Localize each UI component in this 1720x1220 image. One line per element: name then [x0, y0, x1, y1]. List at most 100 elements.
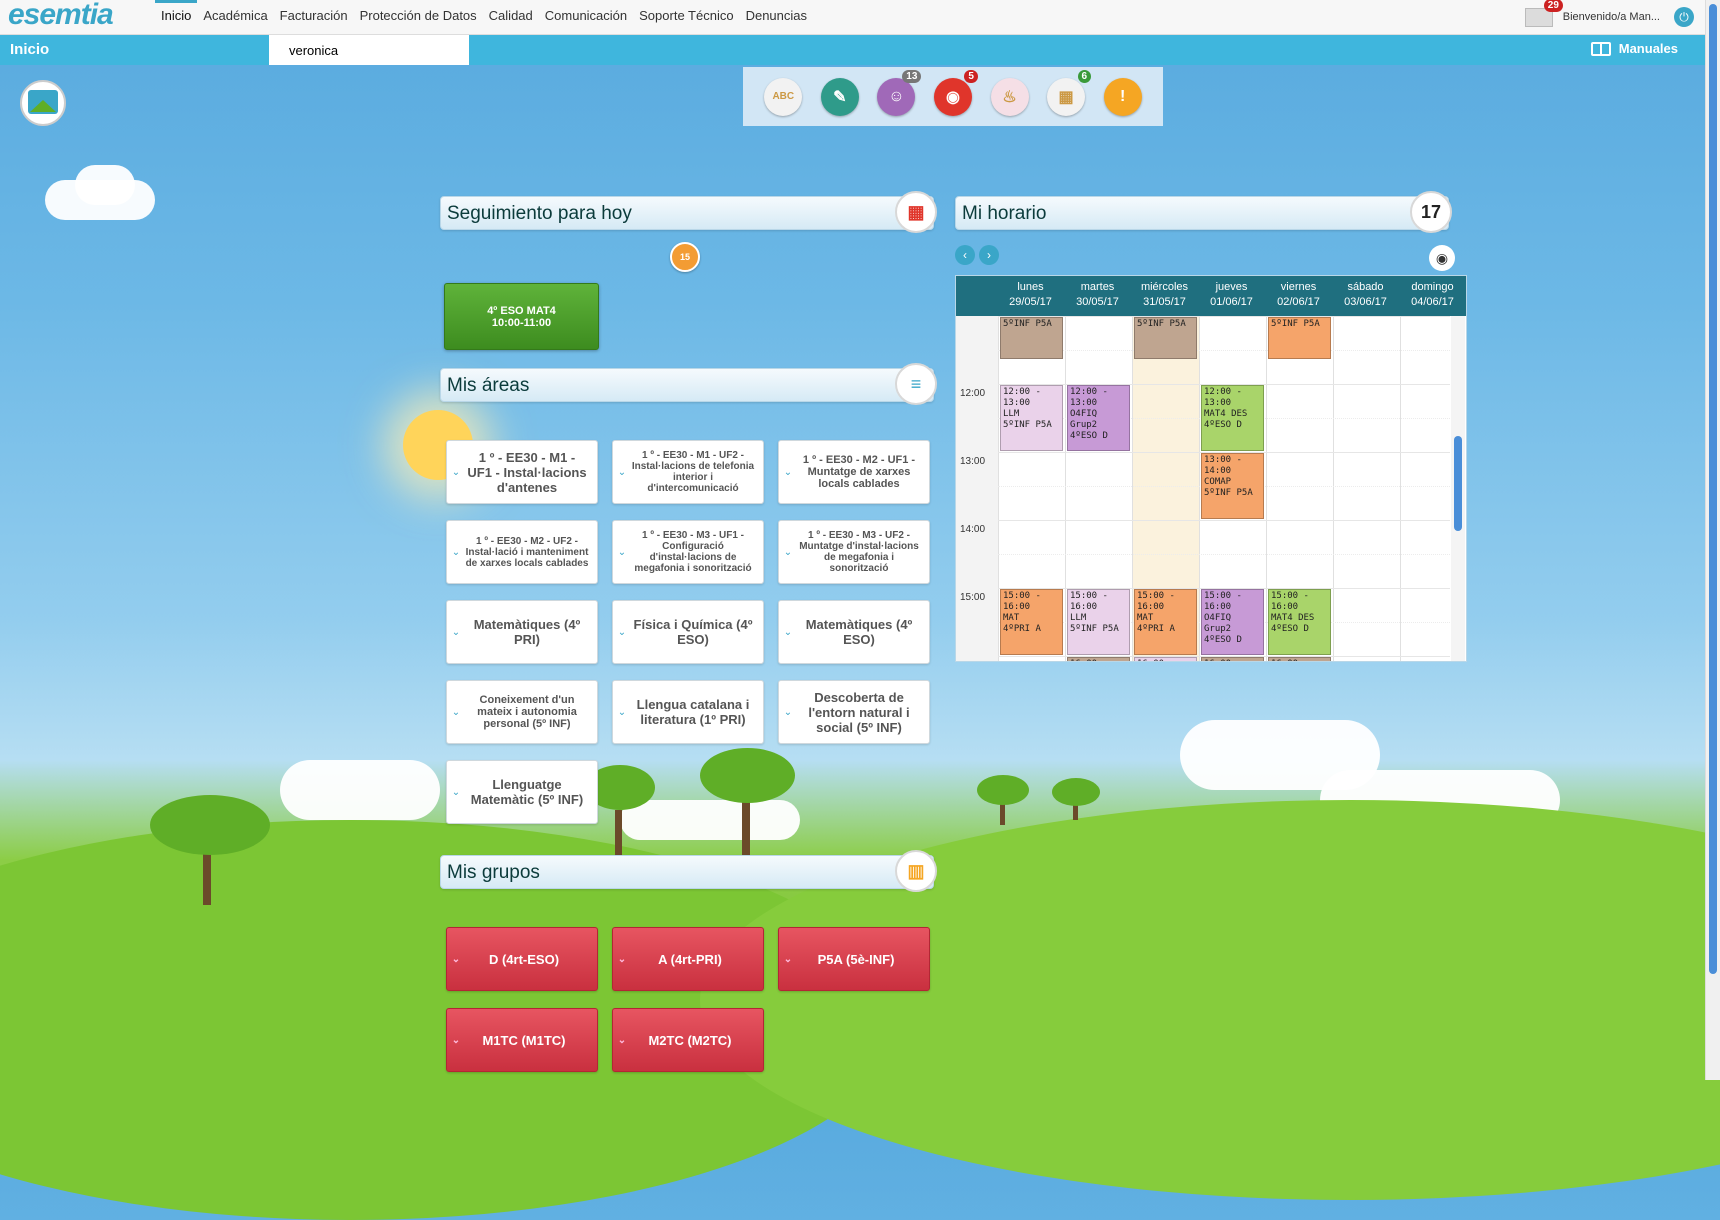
- group-card[interactable]: ⌄ M1TC (M1TC): [446, 1008, 598, 1072]
- area-card[interactable]: ⌄ 1 º - EE30 - M1 - UF1 - Instal·lacions …: [446, 440, 598, 504]
- event-line: 4ºESO D: [1271, 624, 1309, 634]
- alert-icon[interactable]: !: [1103, 77, 1142, 116]
- alert-icon-glyph: !: [1119, 87, 1126, 105]
- eye-icon[interactable]: ◉: [1429, 245, 1455, 271]
- prev-week-button[interactable]: ‹: [955, 245, 975, 265]
- group-card[interactable]: ⌄ D (4rt-ESO): [446, 927, 598, 991]
- event-line: Grup2: [1070, 420, 1098, 430]
- search-input[interactable]: [269, 35, 469, 65]
- calendar-day-number: 17: [1420, 201, 1442, 222]
- area-card[interactable]: ⌄ Llengua catalana i literatura (1º PRI): [612, 680, 764, 744]
- folders-icon[interactable]: ▥: [895, 850, 937, 892]
- user-area: 29 Bienvenido/a Man... ⏻: [1524, 0, 1694, 34]
- calendar-day-icon[interactable]: 17: [1410, 191, 1452, 233]
- area-card[interactable]: ⌄ Descoberta de l'entorn natural i social…: [778, 680, 930, 744]
- schedule-event[interactable]: 12:00 - 13:00 O4FIQ Grup2 4ºESO D: [1067, 385, 1130, 451]
- schedule-event[interactable]: 16:00 - 17:00LLM5ºINF P5A: [1134, 657, 1197, 661]
- day-name: viernes: [1280, 281, 1317, 293]
- area-card[interactable]: ⌄ 1 º - EE30 - M3 - UF1 - Configuració d'…: [612, 520, 764, 584]
- scrollbar-thumb[interactable]: [1709, 4, 1717, 974]
- chevron-down-icon: ⌄: [617, 953, 627, 965]
- day-date: 30/05/17: [1076, 296, 1119, 308]
- calendar-icon[interactable]: ▦ 6: [1047, 69, 1092, 116]
- area-card[interactable]: ⌄ 1 º - EE30 - M2 - UF1 - Muntatge de xar…: [778, 440, 930, 504]
- clock-alarm-icon[interactable]: ◉ 5: [933, 69, 978, 116]
- schedule-event[interactable]: 16:00 - 17:00DENS5ºINF P5A: [1201, 657, 1264, 661]
- books-icon[interactable]: ≡: [895, 363, 937, 405]
- menu-item-7[interactable]: Denuncias: [740, 0, 813, 34]
- menu-item-5[interactable]: Comunicación: [539, 0, 633, 34]
- chevron-down-icon: ⌄: [451, 706, 461, 718]
- calendar-edit-icon[interactable]: ▦: [895, 191, 937, 233]
- chevron-down-icon: ⌄: [783, 706, 793, 718]
- manuals-link[interactable]: Manuales: [1590, 41, 1678, 56]
- date-badge[interactable]: 15: [670, 242, 700, 272]
- mail-count-badge: 29: [1543, 0, 1563, 12]
- menu-item-2[interactable]: Facturación: [274, 0, 354, 34]
- area-card[interactable]: ⌄ Física i Química (4º ESO): [612, 600, 764, 664]
- event-line: 4ºESO D: [1070, 431, 1108, 441]
- group-card[interactable]: ⌄ P5A (5è-INF): [778, 927, 930, 991]
- event-line: 13:00 - 14:00: [1204, 455, 1242, 476]
- schedule-event[interactable]: 12:00 - 13:00 LLM 5ºINF P5A: [1000, 385, 1063, 451]
- page-scrollbar[interactable]: [1705, 0, 1720, 1080]
- day-date: 03/06/17: [1344, 296, 1387, 308]
- day-date: 04/06/17: [1411, 296, 1454, 308]
- schedule-header: lunes 29/05/17 martes 30/05/17 miércoles 31/0…: [956, 276, 1466, 316]
- schedule-event[interactable]: 15:00 - 16:00 MAT 4ºPRI A: [1000, 589, 1063, 655]
- area-label: 1 º - EE30 - M3 - UF1 - Configuració d'i…: [634, 530, 752, 574]
- grid-line: [998, 520, 1450, 521]
- area-card[interactable]: ⌄ Coneixement d'un mateix i autonomia per…: [446, 680, 598, 744]
- area-card[interactable]: ⌄ Matemàtiques (4º PRI): [446, 600, 598, 664]
- power-icon[interactable]: ⏻: [1674, 7, 1694, 27]
- horario-title: Mi horario: [962, 203, 1047, 224]
- welcome-text[interactable]: Bienvenido/a Man...: [1563, 11, 1660, 23]
- day-column[interactable]: [1333, 316, 1400, 661]
- menu-item-0[interactable]: Inicio: [155, 0, 198, 34]
- area-card[interactable]: ⌄ Matemàtiques (4º ESO): [778, 600, 930, 664]
- schedule-event[interactable]: 16:00 - 17:00DENS5ºINF P5A: [1067, 657, 1130, 661]
- schedule-event[interactable]: 16:00 - 17:00DENS5ºINF P5A: [1268, 657, 1331, 661]
- schedule-event[interactable]: 15:00 - 16:00 MAT 4ºPRI A: [1134, 589, 1197, 655]
- event-line: 12:00 - 13:00: [1204, 387, 1242, 408]
- schedule-event[interactable]: 15:00 - 16:00 O4FIQ Grup2 4ºESO D: [1201, 589, 1264, 655]
- day-date: 29/05/17: [1009, 296, 1052, 308]
- day-name: domingo: [1411, 281, 1454, 293]
- area-card[interactable]: ⌄ Llenguatge Matemàtic (5º INF): [446, 760, 598, 824]
- smiley-icon[interactable]: ☺ 13: [877, 69, 922, 116]
- area-card[interactable]: ⌄ 1 º - EE30 - M2 - UF2 - Instal·lació i …: [446, 520, 598, 584]
- group-card[interactable]: ⌄ A (4rt-PRI): [612, 927, 764, 991]
- schedule-event[interactable]: 5ºINF P5A: [1268, 317, 1331, 360]
- schedule-event[interactable]: 5ºINF P5A: [1134, 317, 1197, 360]
- chevron-down-icon: ⌄: [783, 626, 793, 638]
- area-card[interactable]: ⌄ 1 º - EE30 - M3 - UF2 - Muntatge d'inst…: [778, 520, 930, 584]
- next-week-button[interactable]: ›: [979, 245, 999, 265]
- schedule-event[interactable]: 15:00 - 16:00 MAT4 DES 4ºESO D: [1268, 589, 1331, 655]
- cake-icon[interactable]: ♨: [990, 77, 1029, 116]
- event-line: 16:00 - 17:00: [1137, 659, 1194, 661]
- menu-item-4[interactable]: Calidad: [483, 0, 539, 34]
- day-header: jueves 01/06/17: [1198, 280, 1265, 310]
- menu-item-6[interactable]: Soporte Técnico: [633, 0, 739, 34]
- menu-item-3[interactable]: Protección de Datos: [354, 0, 483, 34]
- schedule-event[interactable]: 12:00 - 13:00 MAT4 DES 4ºESO D: [1201, 385, 1264, 451]
- app-logo[interactable]: esemtia: [8, 0, 114, 32]
- today-class-button[interactable]: 4º ESO MAT4 10:00-11:00: [444, 283, 599, 350]
- event-line: MAT4 DES: [1271, 613, 1315, 623]
- schedule-event[interactable]: 13:00 - 14:00 COMAP 5ºINF P5A: [1201, 453, 1264, 519]
- grupos-title: Mis grupos: [447, 862, 540, 883]
- profile-photo[interactable]: [20, 80, 66, 126]
- cake-icon-glyph: ♨: [1002, 88, 1017, 106]
- pencil-icon[interactable]: ✎: [820, 77, 859, 116]
- event-line: MAT: [1137, 613, 1154, 623]
- menu-item-1[interactable]: Académica: [197, 0, 273, 34]
- schedule-event[interactable]: 5ºINF P5A: [1000, 317, 1063, 360]
- manuals-label: Manuales: [1618, 41, 1678, 56]
- mail-icon[interactable]: 29: [1524, 0, 1563, 27]
- hour-label: 13:00: [960, 456, 986, 467]
- schedule-event[interactable]: 15:00 - 16:00 LLM 5ºINF P5A: [1067, 589, 1130, 655]
- area-card[interactable]: ⌄ 1 º - EE30 - M1 - UF2 - Instal·lacions …: [612, 440, 764, 504]
- abc-icon[interactable]: ABC: [764, 77, 803, 116]
- group-card[interactable]: ⌄ M2TC (M2TC): [612, 1008, 764, 1072]
- schedule-scrollbar[interactable]: [1451, 316, 1465, 661]
